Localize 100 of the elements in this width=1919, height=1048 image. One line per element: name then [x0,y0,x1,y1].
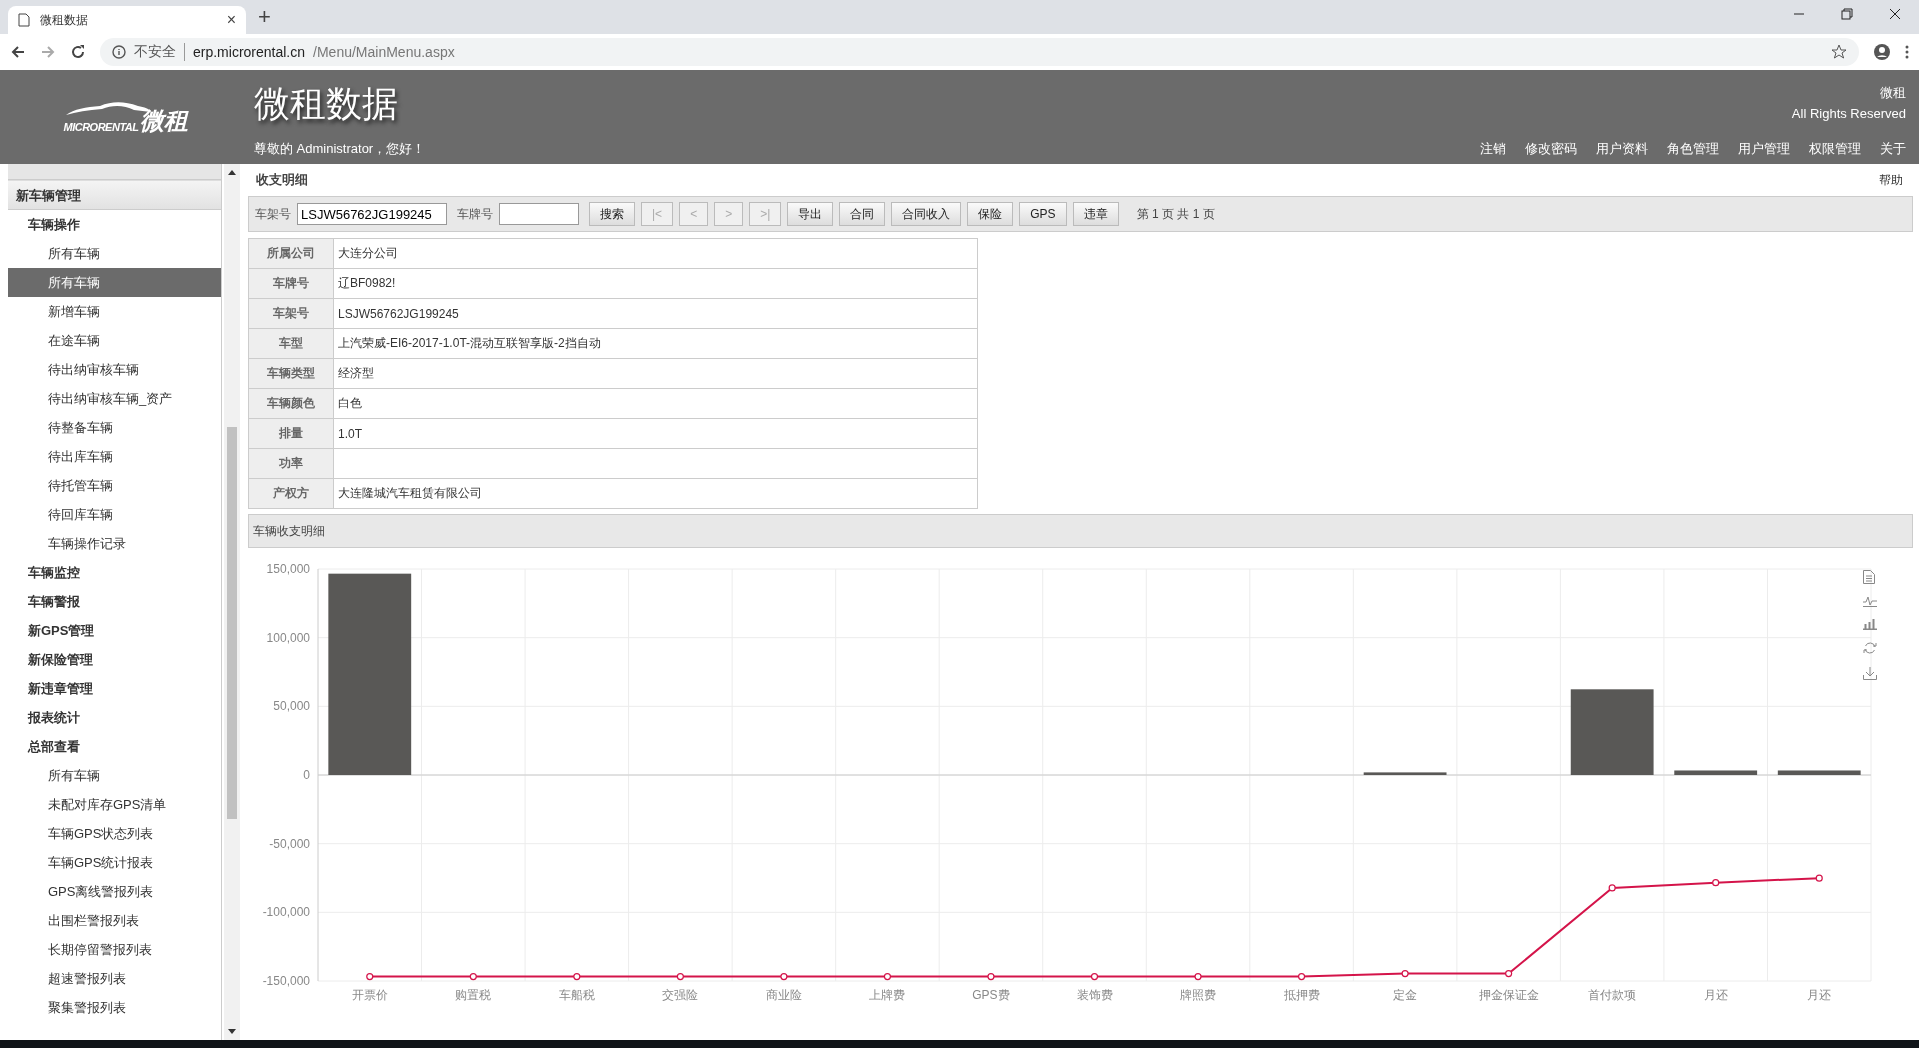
detail-label: 车辆颜色 [248,388,334,419]
field-label: 车牌号 [457,205,493,223]
menu-item[interactable]: 车辆警报 [8,587,221,616]
menu-item[interactable]: 车辆操作 [8,210,221,239]
detail-label: 车型 [248,328,334,359]
detail-label: 产权方 [248,478,334,509]
bar-chart-icon[interactable] [1863,618,1877,630]
menu-item[interactable]: 新GPS管理 [8,616,221,645]
nav-link[interactable]: 角色管理 [1667,140,1719,158]
menu-item[interactable]: 车辆GPS状态列表 [8,819,221,848]
menu-item[interactable]: 待出纳审核车辆_资产 [8,384,221,413]
address-bar[interactable]: 不安全 erp.microrental.cn /Menu/MainMenu.aspx [100,38,1859,66]
axis-category-label: 商业险 [765,988,802,1002]
nav-link[interactable]: 用户管理 [1738,140,1790,158]
data-point [1297,973,1306,981]
toolbar-button[interactable]: 合同 [839,202,886,226]
url-path: /Menu/MainMenu.aspx [313,44,455,60]
axis-tick-label: -150,000 [262,974,310,988]
menu-item[interactable]: 待出纳审核车辆 [8,355,221,384]
menu-item[interactable]: 新保险管理 [8,645,221,674]
toolbar-button[interactable]: GPS [1019,202,1067,226]
axis-tick-label: 100,000 [266,630,310,645]
scrollbar[interactable] [224,164,240,1040]
menu-item[interactable]: 长期停留警报列表 [8,935,221,964]
menu-section[interactable]: 新车辆管理 [8,180,221,210]
axis-category-label: GPS费 [972,988,1010,1002]
url-host: erp.microrental.cn [193,44,306,60]
axis-tick-label: 150,000 [266,562,310,576]
menu-item[interactable]: 总部查看 [8,732,221,761]
detail-value: 1.0T [333,418,978,449]
menu-item[interactable]: 所有车辆 [8,268,221,297]
axis-category-label: 月还 [1703,988,1728,1002]
copyright-text: All Rights Reserved [1791,105,1906,123]
nav-link[interactable]: 修改密码 [1525,140,1577,158]
data-point [1815,874,1823,882]
menu-item[interactable]: 车辆监控 [8,558,221,587]
detail-label: 车牌号 [248,268,334,299]
menu-item[interactable]: 待托管车辆 [8,471,221,500]
toolbar-button[interactable]: 保险 [967,202,1014,226]
nav-link[interactable]: 关于 [1880,140,1906,158]
nav-link[interactable]: 注销 [1480,140,1506,158]
vin-input[interactable]: LSJW56762JG199245 [297,203,447,225]
menu-item[interactable]: 出围栏警报列表 [8,906,221,935]
close-tab-button[interactable]: × [226,11,236,29]
document-icon[interactable] [1863,570,1875,584]
menu-item[interactable]: 新增车辆 [8,297,221,326]
back-icon[interactable] [10,44,26,60]
nav-link[interactable]: 用户资料 [1596,140,1648,158]
toolbar-button[interactable]: 导出 [787,202,834,226]
logo-name: 微租 [140,109,189,133]
toolbar-button[interactable]: 合同收入 [891,202,962,226]
axis-category-label: 购置税 [455,988,492,1002]
plate-input[interactable] [499,203,579,225]
detail-label: 所属公司 [248,238,334,269]
page-info: 第 1 页 共 1 页 [1136,205,1215,223]
scroll-down-icon[interactable] [228,1029,236,1034]
company-name: 微租 [1880,84,1906,102]
menu-item[interactable]: 在途车辆 [8,326,221,355]
detail-value: LSJW56762JG199245 [333,298,978,329]
menu-item[interactable]: 报表统计 [8,703,221,732]
menu-item[interactable]: 所有车辆 [8,239,221,268]
menu-item[interactable]: 车辆GPS统计报表 [8,848,221,877]
menu-item[interactable]: 超速警报列表 [8,964,221,993]
refresh-icon[interactable] [1863,641,1877,655]
toolbar-button[interactable]: 违章 [1072,202,1119,226]
axis-category-label: 首付款项 [1588,988,1637,1002]
axis-category-label: 上牌费 [869,988,906,1002]
field-label: 车架号 [255,205,291,223]
axis-tick-label: -50,000 [269,836,310,851]
menu-item[interactable]: 聚集警报列表 [8,993,221,1022]
toolbar-button[interactable]: 搜索 [589,202,635,226]
restore-icon[interactable] [1841,8,1853,20]
menu-item[interactable]: 待出库车辆 [8,442,221,471]
menu-item[interactable]: 待回库车辆 [8,500,221,529]
data-point [1505,970,1513,978]
new-tab-button[interactable]: + [258,4,271,30]
reload-icon[interactable] [70,44,86,60]
axis-category-label: 开票价 [351,988,388,1002]
detail-value: 辽BF0982! [333,268,978,299]
star-icon[interactable] [1831,44,1847,60]
data-point [573,973,581,981]
line-chart-icon[interactable] [1863,595,1877,607]
browser-tab[interactable]: 微租数据 × [8,6,246,34]
data-point [987,973,995,981]
security-label: 不安全 [134,43,185,61]
menu-item[interactable]: 待整备车辆 [8,413,221,442]
close-icon[interactable] [1889,8,1901,20]
scroll-up-icon[interactable] [228,170,236,175]
menu-item[interactable]: 车辆操作记录 [8,529,221,558]
help-link[interactable]: 帮助 [1879,171,1903,189]
axis-tick-label: 0 [303,768,310,782]
menu-item[interactable]: GPS离线警报列表 [8,877,221,906]
menu-item[interactable]: 新违章管理 [8,674,221,703]
axis-category-label: 月还 [1807,988,1832,1002]
account-icon[interactable] [1873,43,1891,61]
nav-link[interactable]: 权限管理 [1809,140,1861,158]
menu-item[interactable]: 未配对库存GPS清单 [8,790,221,819]
menu-item[interactable]: 所有车辆 [8,761,221,790]
more-icon[interactable] [1905,44,1909,60]
download-icon[interactable] [1863,666,1877,680]
